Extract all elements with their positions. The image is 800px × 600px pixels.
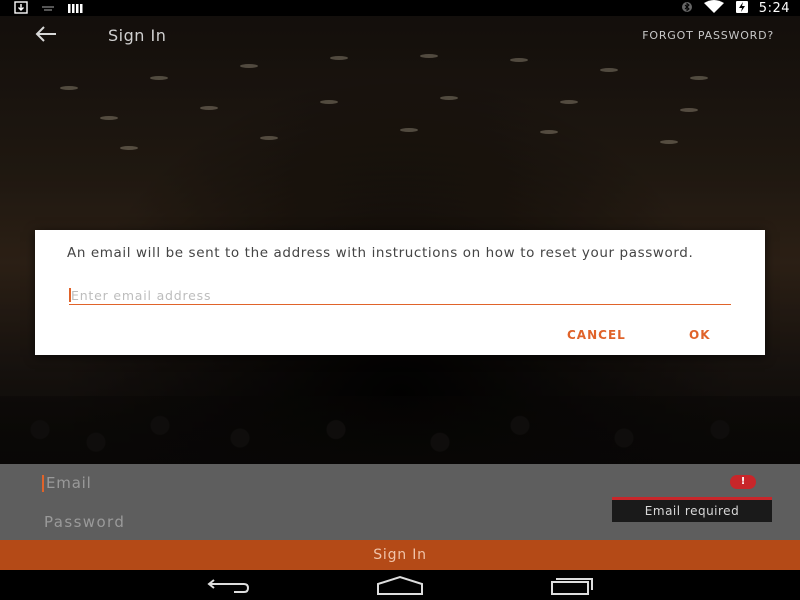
back-arrow-icon[interactable] xyxy=(34,24,62,48)
page-title: Sign In xyxy=(108,26,167,45)
cancel-button[interactable]: CANCEL xyxy=(567,328,626,342)
email-field[interactable]: Email xyxy=(42,472,742,496)
sim-icon xyxy=(38,2,58,17)
email-label: Email xyxy=(46,474,92,492)
app-bar: Sign In FORGOT PASSWORD? xyxy=(0,16,800,56)
dialog-message: An email will be sent to the address wit… xyxy=(67,245,694,261)
status-bar: 5:24 xyxy=(0,0,800,16)
password-label: Password xyxy=(44,513,126,531)
bluetooth-icon xyxy=(681,1,693,16)
screen: 5:24 Sign In FORGOT PASSWORD? Email Pass… xyxy=(0,0,800,600)
status-time: 5:24 xyxy=(758,0,790,16)
recents-icon[interactable] xyxy=(548,574,598,596)
forgot-password-link[interactable]: FORGOT PASSWORD? xyxy=(642,29,774,42)
battery-charging-icon xyxy=(735,0,749,17)
signal-bars-icon xyxy=(68,2,84,17)
ok-button[interactable]: OK xyxy=(689,328,711,342)
reset-password-dialog: An email will be sent to the address wit… xyxy=(35,230,765,355)
text-cursor xyxy=(69,288,71,302)
text-cursor xyxy=(42,475,44,492)
download-icon xyxy=(14,1,28,17)
wifi-icon xyxy=(703,0,725,17)
home-icon[interactable] xyxy=(375,574,425,596)
back-icon[interactable] xyxy=(204,574,254,596)
error-icon[interactable]: ! xyxy=(730,475,756,489)
password-field[interactable]: Password xyxy=(42,511,542,535)
error-popup: Email required xyxy=(612,497,772,522)
sign-in-button[interactable]: Sign In xyxy=(0,540,800,570)
reset-email-input[interactable] xyxy=(69,288,731,305)
nav-bar xyxy=(0,570,800,600)
